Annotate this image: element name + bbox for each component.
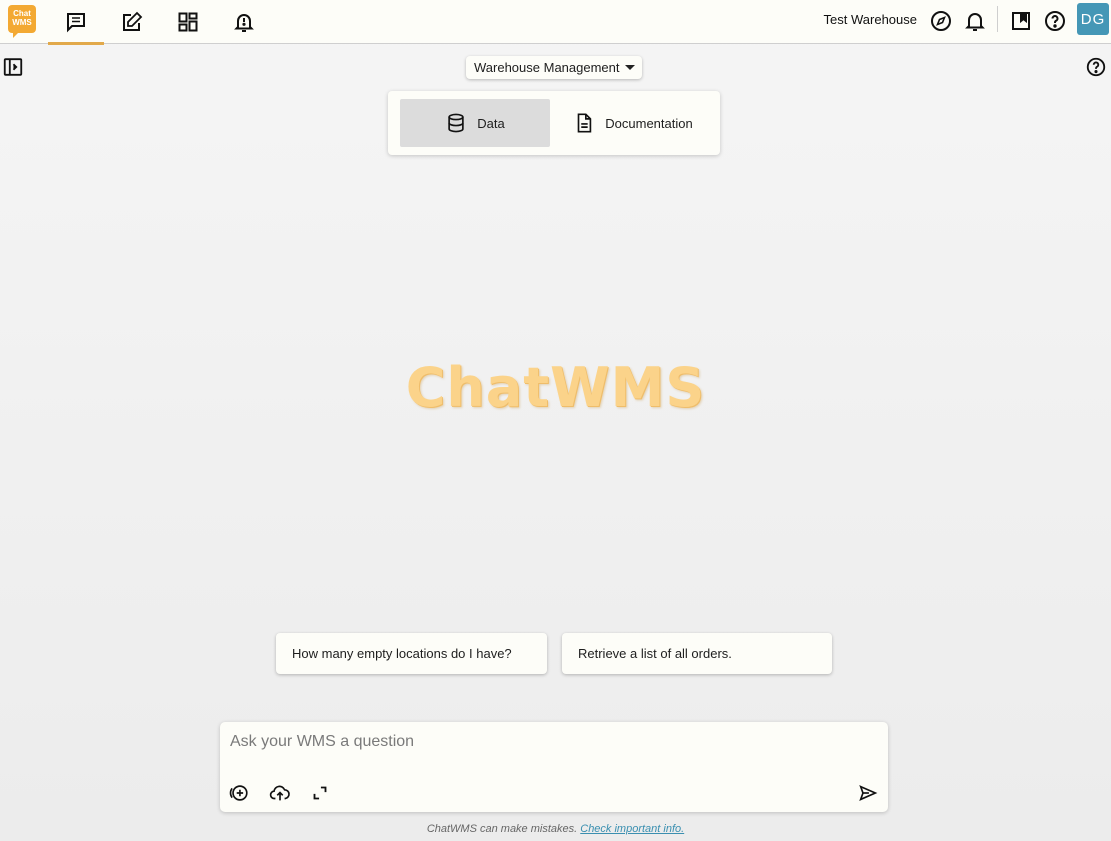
explore-button[interactable]	[927, 7, 955, 35]
mode-dropdown-value: Warehouse Management	[474, 60, 620, 75]
source-documentation-button[interactable]: Documentation	[558, 99, 708, 147]
sidebar-panel-icon	[3, 58, 23, 76]
notifications-button[interactable]	[961, 7, 989, 35]
nav-edit[interactable]	[104, 0, 160, 44]
ask-card	[220, 722, 888, 812]
send-icon	[859, 785, 878, 801]
source-toggle: Data Documentation	[388, 91, 720, 155]
nav-alerts[interactable]	[216, 0, 272, 44]
sidebar-toggle-button[interactable]	[2, 56, 24, 78]
expand-button[interactable]	[309, 782, 331, 804]
help-button[interactable]	[1041, 7, 1069, 35]
help-icon	[1086, 57, 1106, 77]
page-help-button[interactable]	[1085, 56, 1107, 78]
dashboard-icon	[178, 12, 198, 32]
expand-icon	[313, 786, 327, 800]
chatwms-logo[interactable]: Chat WMS	[8, 5, 36, 38]
nav-chat[interactable]	[48, 0, 104, 45]
alert-bell-icon	[234, 14, 254, 32]
bookmarks-button[interactable]	[1007, 7, 1035, 35]
source-documentation-label: Documentation	[605, 115, 693, 131]
warehouse-name[interactable]: Test Warehouse	[824, 12, 917, 27]
bookmark-icon	[1012, 12, 1030, 30]
suggestion-chip[interactable]: How many empty locations do I have?	[276, 633, 547, 674]
add-circle-icon	[229, 785, 248, 801]
important-info-link[interactable]: Check important info.	[580, 823, 684, 835]
brand-wordmark: ChatWMS	[405, 356, 706, 419]
bell-icon	[965, 13, 985, 31]
suggestion-chip[interactable]: Retrieve a list of all orders.	[562, 633, 832, 674]
edit-note-icon	[123, 11, 143, 31]
upload-button[interactable]	[269, 782, 291, 804]
top-bar: Chat WMS Test Warehouse DG	[0, 0, 1111, 45]
source-data-button[interactable]: Data	[400, 99, 550, 147]
toolbar-divider	[997, 6, 998, 32]
disclaimer: ChatWMS can make mistakes. Check importa…	[0, 823, 1111, 835]
user-avatar[interactable]: DG	[1077, 3, 1109, 35]
database-icon	[448, 113, 464, 133]
mode-dropdown[interactable]: Warehouse Management	[466, 56, 642, 79]
disclaimer-text: ChatWMS can make mistakes.	[426, 823, 578, 835]
cloud-upload-icon	[269, 785, 290, 801]
caret-down-icon	[625, 65, 635, 70]
compass-icon	[931, 11, 951, 31]
add-context-button[interactable]	[228, 782, 250, 804]
chat-icon	[67, 13, 85, 33]
help-icon	[1045, 11, 1065, 31]
nav-dashboard[interactable]	[160, 0, 216, 44]
source-data-label: Data	[477, 115, 505, 131]
send-button[interactable]	[857, 782, 879, 804]
ask-input[interactable]	[230, 730, 870, 754]
document-icon	[577, 113, 592, 133]
